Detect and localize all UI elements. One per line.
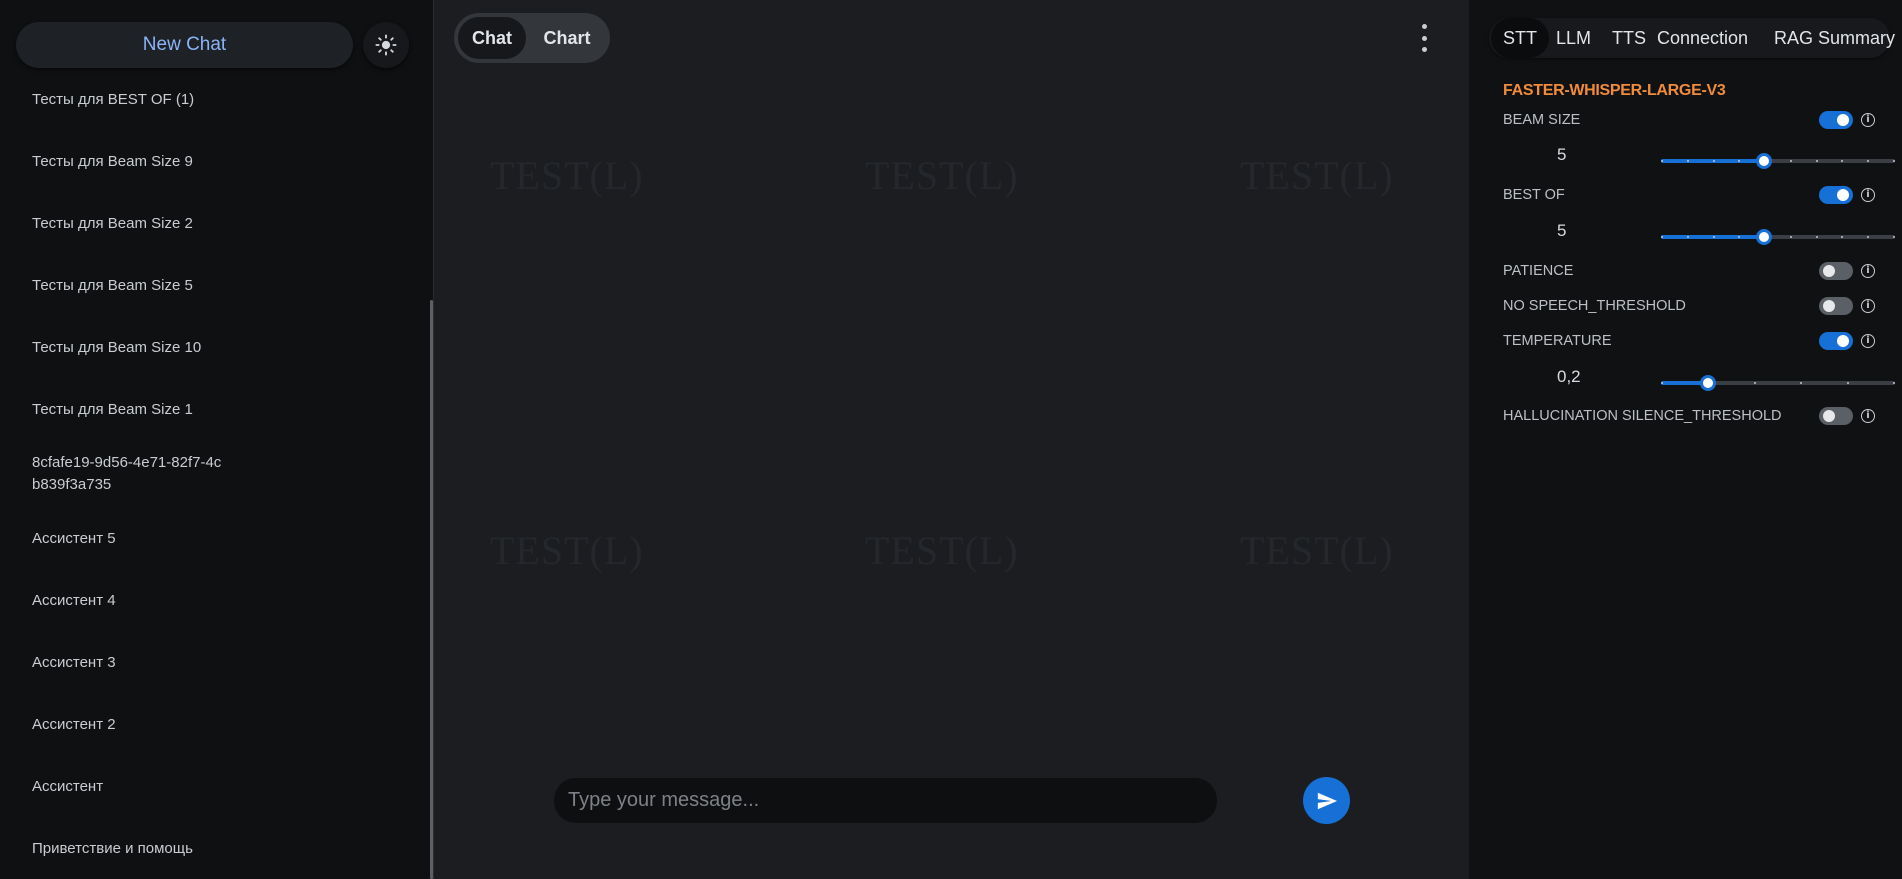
tab-connection[interactable]: Connection — [1657, 18, 1748, 58]
setting-temperature: TEMPERATURE i — [1503, 330, 1875, 352]
info-icon[interactable]: i — [1861, 113, 1875, 127]
settings-panel: STT LLM TTS Connection RAG Summary FASTE… — [1469, 0, 1902, 879]
sun-icon — [375, 34, 397, 56]
setting-label: TEMPERATURE — [1503, 333, 1612, 349]
watermark-text: TEST(L) — [865, 153, 1019, 198]
setting-label: BEST OF — [1503, 187, 1565, 203]
slider-tick — [1893, 236, 1895, 238]
setting-hallucination-silence-threshold: HALLUCINATION SILENCE_THRESHOLD i — [1503, 405, 1875, 427]
theme-toggle-button[interactable] — [363, 22, 409, 68]
slider-tick — [1893, 160, 1895, 162]
chat-list-item[interactable]: Тесты для Beam Size 1 — [32, 399, 232, 421]
slider-tick — [1789, 160, 1792, 162]
tab-rag[interactable]: RAG — [1774, 18, 1813, 58]
hallucination-silence-threshold-toggle[interactable] — [1819, 407, 1853, 425]
info-icon[interactable]: i — [1861, 299, 1875, 313]
slider-tick — [1789, 236, 1792, 238]
tab-chart[interactable]: Chart — [528, 17, 606, 59]
beam-size-slider[interactable] — [1661, 152, 1895, 170]
sidebar-scrollbar[interactable] — [430, 300, 433, 879]
chat-list-item[interactable]: Ассистент — [32, 776, 232, 798]
beam-size-toggle[interactable] — [1819, 111, 1853, 129]
chat-list-item[interactable]: 8cfafe19-9d56-4e71-82f7-4cb839f3a735 — [32, 452, 222, 496]
setting-label: NO SPEECH_THRESHOLD — [1503, 298, 1686, 314]
watermark-text: TEST(L) — [1240, 153, 1394, 198]
watermark-text: TEST(L) — [865, 528, 1019, 573]
slider-tick — [1712, 160, 1715, 162]
slider-thumb[interactable] — [1755, 229, 1772, 245]
patience-toggle[interactable] — [1819, 262, 1853, 280]
setting-label: HALLUCINATION SILENCE_THRESHOLD — [1503, 408, 1782, 424]
best-of-slider[interactable] — [1661, 228, 1895, 246]
info-icon[interactable]: i — [1861, 264, 1875, 278]
slider-tick — [1661, 236, 1663, 238]
more-vertical-icon[interactable] — [1414, 24, 1434, 52]
slider-tick — [1661, 160, 1663, 162]
sidebar-header: New Chat — [16, 22, 411, 68]
slider-tick — [1686, 236, 1689, 238]
chat-list-item[interactable]: Тесты для Beam Size 9 — [32, 151, 232, 173]
watermark-text: TEST(L) — [490, 153, 644, 198]
message-input[interactable] — [554, 778, 1217, 823]
slider-thumb[interactable] — [1699, 375, 1716, 391]
slider-tick — [1846, 382, 1849, 384]
slider-tick — [1686, 160, 1689, 162]
setting-label: BEAM SIZE — [1503, 112, 1581, 128]
best-of-toggle[interactable] — [1819, 186, 1853, 204]
chat-list-item[interactable]: Ассистент 5 — [32, 528, 232, 550]
new-chat-button[interactable]: New Chat — [16, 22, 353, 68]
chat-list-item[interactable]: Тесты для Beam Size 10 — [32, 337, 232, 359]
chat-list-item[interactable]: Тесты для Beam Size 5 — [32, 275, 232, 297]
setting-best-of: BEST OF i — [1503, 184, 1875, 206]
info-icon[interactable]: i — [1861, 188, 1875, 202]
chat-list-item[interactable]: Тесты для BEST OF (1) — [32, 89, 232, 111]
watermark-text: TEST(L) — [1240, 528, 1394, 573]
tab-llm[interactable]: LLM — [1556, 18, 1591, 58]
best-of-value: 5 — [1557, 221, 1567, 240]
chat-list-item[interactable]: Тесты для Beam Size 2 — [32, 213, 232, 235]
slider-thumb[interactable] — [1755, 153, 1772, 169]
slider-tick — [1815, 236, 1818, 238]
info-icon[interactable]: i — [1861, 334, 1875, 348]
model-name: FASTER-WHISPER-LARGE-V3 — [1503, 82, 1726, 99]
temperature-value: 0,2 — [1557, 367, 1581, 386]
chat-list: Тесты для BEST OF (1) Тесты для Beam Siz… — [0, 80, 427, 879]
tab-stt[interactable]: STT — [1491, 18, 1549, 58]
temperature-toggle[interactable] — [1819, 332, 1853, 350]
tab-summary[interactable]: Summary — [1818, 18, 1895, 58]
send-icon — [1317, 792, 1337, 809]
no-speech-threshold-toggle[interactable] — [1819, 297, 1853, 315]
slider-tick — [1712, 236, 1715, 238]
setting-no-speech-threshold: NO SPEECH_THRESHOLD i — [1503, 295, 1875, 317]
temperature-slider[interactable] — [1661, 374, 1895, 392]
tab-chat[interactable]: Chat — [458, 17, 526, 59]
info-icon[interactable]: i — [1861, 409, 1875, 423]
setting-label: PATIENCE — [1503, 263, 1574, 279]
app-root: New Chat Тесты для BEST OF (1) Тесты для… — [0, 0, 1902, 879]
send-button[interactable] — [1303, 777, 1350, 824]
setting-beam-size: BEAM SIZE i — [1503, 109, 1875, 131]
setting-patience: PATIENCE i — [1503, 260, 1875, 282]
watermark-text: TEST(L) — [490, 528, 644, 573]
settings-tabs: STT LLM TTS Connection RAG Summary — [1489, 18, 1895, 58]
slider-tick — [1661, 382, 1663, 384]
chat-list-item[interactable]: Приветствие и помощь — [32, 838, 232, 860]
slider-tick — [1893, 382, 1895, 384]
chat-main: Chat Chart TEST(L) TEST(L) TEST(L) TEST(… — [434, 0, 1469, 879]
view-tabs: Chat Chart — [454, 13, 610, 63]
beam-size-value: 5 — [1557, 145, 1567, 164]
sidebar: New Chat Тесты для BEST OF (1) Тесты для… — [0, 0, 434, 879]
tab-tts[interactable]: TTS — [1612, 18, 1646, 58]
chat-list-item[interactable]: Ассистент 3 — [32, 652, 232, 674]
slider-tick — [1753, 382, 1756, 384]
chat-list-item[interactable]: Ассистент 2 — [32, 714, 232, 736]
chat-list-item[interactable]: Ассистент 4 — [32, 590, 232, 612]
slider-tick — [1815, 160, 1818, 162]
